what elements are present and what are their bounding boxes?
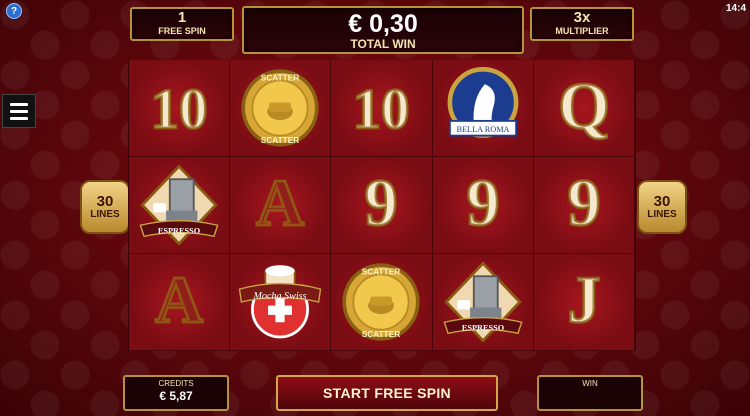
svg-text:10: 10 — [353, 78, 410, 141]
reel-cell: Mocha Swiss — [230, 254, 332, 351]
status-clock: 14:4 — [725, 3, 746, 14]
multiplier-label: MULTIPLIER — [555, 26, 609, 36]
total-win-label: TOTAL WIN — [350, 37, 416, 51]
reel-grid: 10 10 SCATTER SCATTER 10 10 BELLA ROMA Q Q… — [128, 60, 636, 351]
hamburger-icon-bar — [10, 109, 28, 113]
symbol-scatter-icon: SCATTER SCATTER — [342, 263, 421, 341]
svg-text:9: 9 — [365, 167, 398, 240]
svg-text:J: J — [567, 264, 600, 337]
svg-text:BELLA ROMA: BELLA ROMA — [456, 125, 509, 134]
credits-box: CREDITS € 5,87 — [123, 375, 229, 411]
lines-label: LINES — [647, 209, 677, 220]
svg-text:ESPRESSO: ESPRESSO — [462, 324, 505, 333]
free-spin-label: FREE SPIN — [158, 26, 206, 36]
multiplier-value: 3x — [573, 9, 591, 26]
win-label: WIN — [582, 379, 598, 388]
reel-cell: 10 10 — [129, 60, 231, 157]
symbol-scatter-icon: SCATTER SCATTER — [241, 69, 319, 147]
svg-text:9: 9 — [567, 167, 600, 240]
reel-cell: 10 10 — [331, 60, 433, 157]
svg-text:ESPRESSO: ESPRESSO — [158, 227, 201, 236]
svg-text:Mocha Swiss: Mocha Swiss — [253, 291, 307, 302]
credits-label: CREDITS — [158, 379, 194, 388]
symbol-a-icon: A A — [255, 166, 306, 242]
menu-button[interactable] — [2, 94, 36, 128]
reel-cell: A A — [129, 254, 231, 351]
free-spin-count: 1 — [177, 9, 187, 26]
win-box: WIN — [537, 375, 643, 411]
multiplier-panel: 3x MULTIPLIER — [530, 7, 634, 41]
symbol-a-icon: A A — [154, 263, 205, 339]
symbol-q-icon: Q Q — [557, 69, 611, 145]
hamburger-icon-bar — [10, 116, 28, 120]
total-win-amount: € 0,30 — [348, 10, 418, 38]
svg-text:SCATTER: SCATTER — [362, 330, 400, 339]
symbol-9-icon: 9 9 — [364, 166, 400, 242]
symbol-espresso-icon: ESPRESSO — [139, 164, 219, 246]
help-icon[interactable]: ? — [6, 3, 22, 19]
reel-cell: 9 9 — [533, 157, 635, 254]
svg-text:A: A — [155, 264, 203, 337]
reel-cell: 9 9 — [432, 157, 534, 254]
svg-text:Q: Q — [558, 70, 610, 143]
lines-indicator-right: 30 LINES — [637, 180, 687, 234]
svg-text:SCATTER: SCATTER — [261, 73, 299, 82]
reel-cell: SCATTER SCATTER — [230, 60, 332, 157]
reel-cell: ESPRESSO — [129, 157, 231, 254]
reel-cell: J J — [533, 254, 635, 351]
start-free-spin-button[interactable]: START FREE SPIN — [276, 375, 498, 411]
reel-cell: A A — [230, 157, 332, 254]
reel-cell: Q Q — [533, 60, 635, 157]
symbol-j-icon: J J — [566, 263, 602, 339]
credits-value: € 5,87 — [159, 389, 193, 403]
symbol-10-icon: 10 10 — [352, 77, 412, 143]
total-win-panel: € 0,30 TOTAL WIN — [242, 6, 524, 54]
reel-cell: 9 9 — [331, 157, 433, 254]
free-spin-panel: 1 FREE SPIN — [130, 7, 234, 41]
symbol-9-icon: 9 9 — [465, 166, 501, 242]
svg-text:A: A — [256, 167, 304, 240]
svg-text:SCATTER: SCATTER — [261, 136, 299, 145]
symbol-mocha-swiss-icon: Mocha Swiss — [239, 265, 322, 339]
symbol-10-icon: 10 10 — [149, 77, 209, 143]
svg-text:10: 10 — [151, 78, 208, 141]
lines-label: LINES — [90, 209, 120, 220]
lines-indicator-left: 30 LINES — [80, 180, 130, 234]
hamburger-icon-bar — [10, 102, 28, 106]
lines-count: 30 — [653, 193, 671, 210]
symbol-9-icon: 9 9 — [566, 166, 602, 242]
svg-text:SCATTER: SCATTER — [362, 267, 400, 276]
reel-cell: ESPRESSO — [432, 254, 534, 351]
svg-text:9: 9 — [466, 167, 499, 240]
lines-count: 30 — [96, 193, 114, 210]
reel-cell: BELLA ROMA — [432, 60, 534, 157]
symbol-bella-roma-icon: BELLA ROMA — [447, 67, 519, 138]
reel-cell: SCATTER SCATTER — [331, 254, 433, 351]
symbol-espresso-icon: ESPRESSO — [443, 261, 523, 343]
